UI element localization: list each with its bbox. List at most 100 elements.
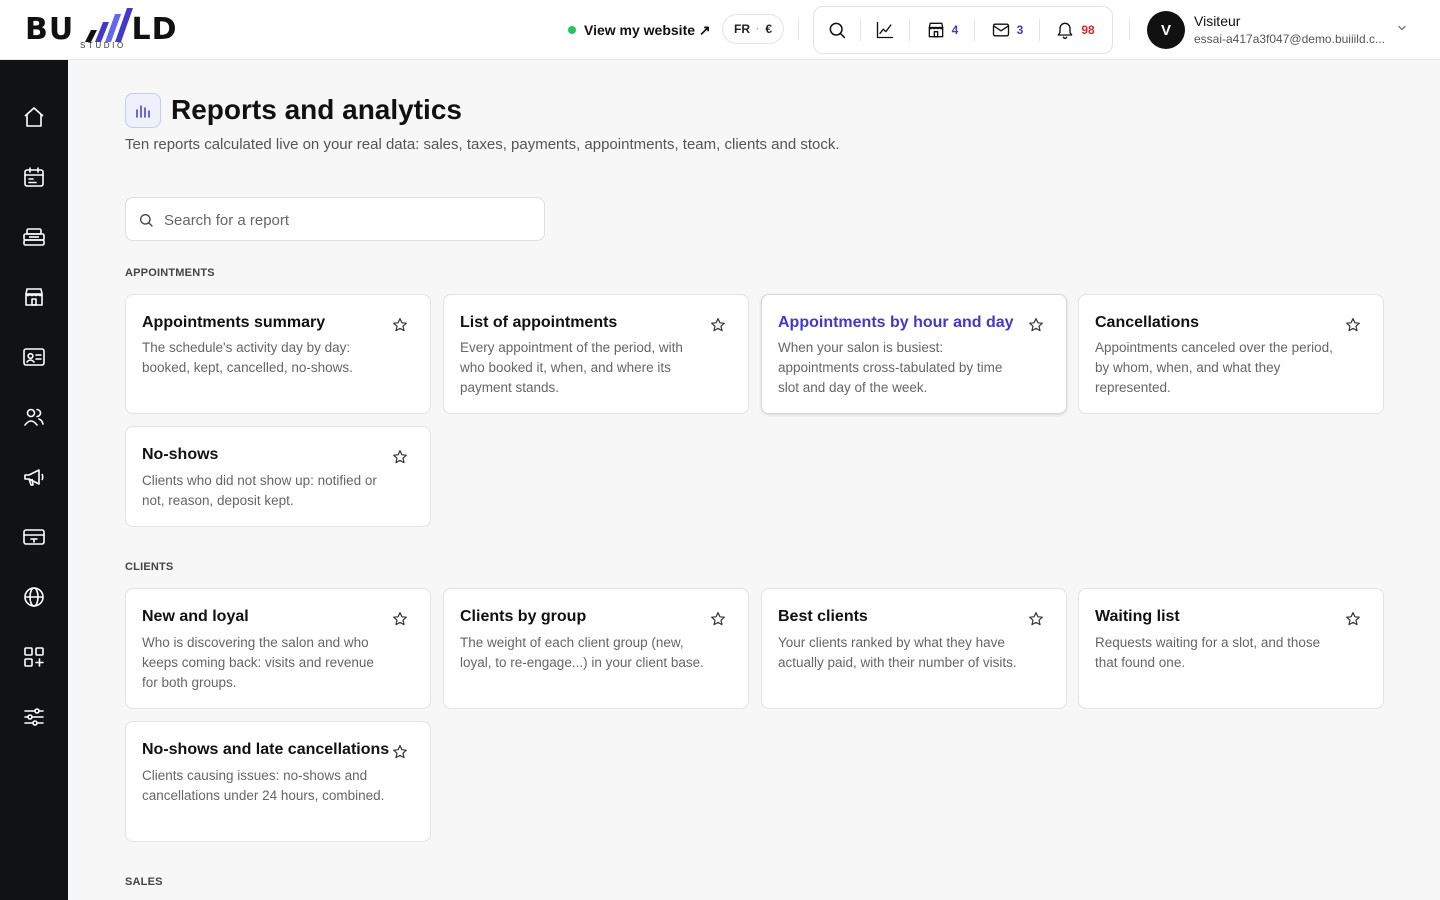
user-name: Visiteur <box>1194 13 1241 29</box>
logo-subtitle: STUDIO <box>80 41 126 50</box>
sidebar <box>0 60 68 900</box>
section-label-clients: CLIENTS <box>125 561 174 573</box>
sidebar-item-settings[interactable] <box>14 697 54 737</box>
sidebar-item-payments[interactable] <box>14 517 54 557</box>
chevron-down-icon <box>1398 25 1406 31</box>
report-card[interactable]: List of appointments Every appointment o… <box>443 294 749 414</box>
search-icon <box>829 22 846 39</box>
report-card-description: Your clients ranked by what they have ac… <box>778 635 1017 670</box>
register-icon <box>23 228 45 246</box>
report-card-description: Clients causing issues: no-shows and can… <box>142 768 385 803</box>
card-icon <box>23 529 45 545</box>
separator-dot: · <box>755 23 760 35</box>
store-button[interactable]: 4 <box>910 7 974 53</box>
reports-icon-badge <box>125 93 161 128</box>
star-icon[interactable] <box>392 449 408 465</box>
chart-icon <box>876 21 894 39</box>
store-icon <box>928 22 943 38</box>
analytics-button[interactable] <box>861 7 909 53</box>
calendar-icon <box>24 167 44 187</box>
report-card-title: Waiting list <box>1095 608 1180 625</box>
report-card-title: New and loyal <box>142 608 249 625</box>
report-card-description: Who is discovering the salon and who kee… <box>142 635 374 690</box>
apps-icon <box>24 647 44 667</box>
top-bar: BU LD STUDIO View my website ↗ FR · € 4 <box>0 0 1440 60</box>
star-icon[interactable] <box>392 611 408 627</box>
report-card-description: Clients who did not show up: notified or… <box>142 473 377 508</box>
report-card-description: The schedule's activity day by day: book… <box>142 340 353 375</box>
contact-card-icon <box>23 348 45 366</box>
store-icon <box>25 288 43 306</box>
page-title: Reports and analytics <box>171 94 462 125</box>
sidebar-item-home[interactable] <box>14 97 54 137</box>
toolbar: 4 3 98 <box>813 6 1113 54</box>
page-description: Ten reports calculated live on your real… <box>125 136 840 153</box>
report-card-title: No-shows and late cancellations <box>142 741 390 758</box>
sidebar-item-website[interactable] <box>14 577 54 617</box>
language-currency-selector[interactable]: FR · € <box>722 14 784 44</box>
sidebar-item-calendar[interactable] <box>14 157 54 197</box>
star-icon[interactable] <box>1028 317 1044 333</box>
report-card-description: Every appointment of the period, with wh… <box>460 340 683 395</box>
sidebar-item-marketing[interactable] <box>14 457 54 497</box>
home-icon <box>24 107 44 127</box>
report-card[interactable]: New and loyal Who is discovering the sal… <box>125 588 431 709</box>
sidebar-item-store[interactable] <box>14 277 54 317</box>
notifications-button[interactable]: 98 <box>1040 7 1110 53</box>
search-button[interactable] <box>814 7 860 53</box>
divider <box>1129 18 1130 40</box>
sidebar-item-apps[interactable] <box>14 637 54 677</box>
search-icon <box>140 214 153 227</box>
report-card[interactable]: No-shows and late cancellations Clients … <box>125 721 431 842</box>
messages-count: 3 <box>1016 23 1024 37</box>
report-card[interactable]: No-shows Clients who did not show up: no… <box>125 426 431 527</box>
report-card-description: When your salon is busiest: appointments… <box>778 340 1003 395</box>
search-input[interactable] <box>164 206 534 234</box>
mail-icon <box>992 23 1009 37</box>
messages-button[interactable]: 3 <box>975 7 1039 53</box>
report-card-description: Requests waiting for a slot, and those t… <box>1095 635 1321 670</box>
report-search[interactable] <box>125 197 545 241</box>
section-label-sales: SALES <box>125 876 163 888</box>
report-card-title: Appointments summary <box>142 314 326 331</box>
report-card-description: Appointments canceled over the period, b… <box>1095 340 1333 395</box>
report-card-title: Appointments by hour and day <box>778 314 1014 331</box>
star-icon[interactable] <box>710 611 726 627</box>
store-count: 4 <box>951 23 959 37</box>
star-icon[interactable] <box>392 744 408 760</box>
users-icon <box>24 408 44 426</box>
logo-bars-icon <box>85 8 133 42</box>
main-content: Reports and analytics Ten reports calcul… <box>68 60 1440 900</box>
settings-icon <box>24 708 44 726</box>
currency-label: € <box>765 22 773 36</box>
sidebar-item-contacts[interactable] <box>14 337 54 377</box>
report-card[interactable]: Waiting list Requests waiting for a slot… <box>1078 588 1384 709</box>
star-icon[interactable] <box>1028 611 1044 627</box>
report-card-description: The weight of each client group (new, lo… <box>460 635 704 670</box>
star-icon[interactable] <box>392 317 408 333</box>
brand-logo[interactable]: BU LD STUDIO <box>25 8 185 52</box>
star-icon[interactable] <box>710 317 726 333</box>
sidebar-item-clients[interactable] <box>14 397 54 437</box>
report-card[interactable]: Appointments summary The schedule's acti… <box>125 294 431 414</box>
user-menu[interactable]: V Visiteur essai-a417a3f047@demo.buiiild… <box>1147 11 1417 49</box>
bell-icon <box>1057 22 1073 39</box>
report-card-title: No-shows <box>142 446 219 463</box>
online-status-dot <box>568 26 576 34</box>
report-card[interactable]: Cancellations Appointments canceled over… <box>1078 294 1384 414</box>
report-card-title: Clients by group <box>460 608 587 625</box>
star-icon[interactable] <box>1345 317 1361 333</box>
star-icon[interactable] <box>1345 611 1361 627</box>
report-card[interactable]: Best clients Your clients ranked by what… <box>761 588 1067 709</box>
megaphone-icon <box>24 469 44 486</box>
report-card-title: List of appointments <box>460 314 618 331</box>
report-card-title: Best clients <box>778 608 868 625</box>
divider <box>798 18 799 40</box>
report-card[interactable]: Clients by group The weight of each clie… <box>443 588 749 709</box>
view-website-link[interactable]: View my website ↗ <box>568 20 711 40</box>
avatar: V <box>1147 11 1185 49</box>
report-card[interactable]: Appointments by hour and day When your s… <box>761 294 1067 414</box>
notifications-count: 98 <box>1081 23 1095 37</box>
sidebar-item-register[interactable] <box>14 217 54 257</box>
user-email: essai-a417a3f047@demo.buiiild.c... <box>1194 32 1385 46</box>
